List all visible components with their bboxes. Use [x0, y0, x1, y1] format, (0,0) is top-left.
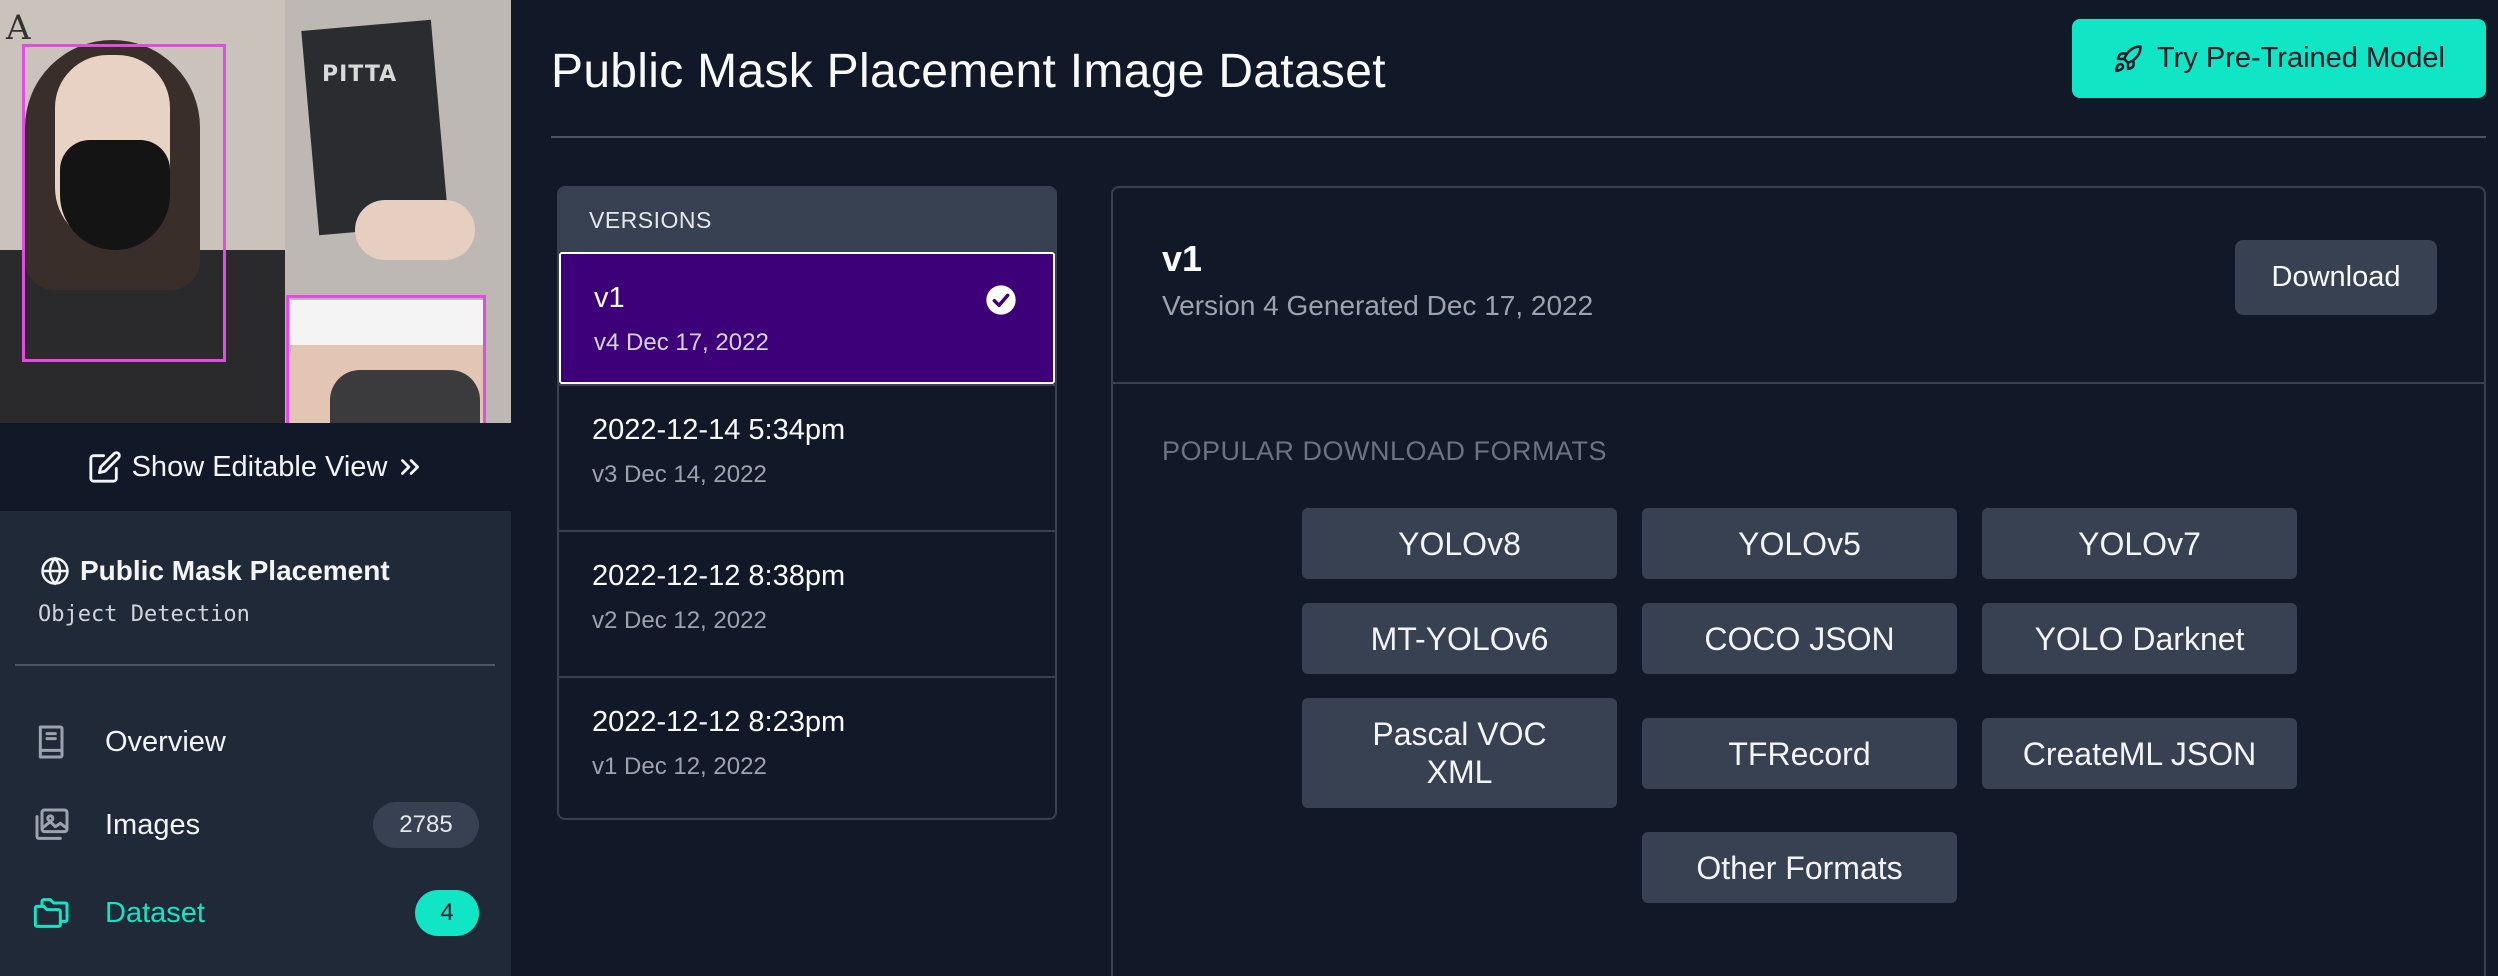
format-button-other-formats[interactable]: Other Formats: [1642, 832, 1957, 903]
thumbnail-corner-letter: A: [6, 8, 31, 48]
version-subtitle: v1 Dec 12, 2022: [592, 753, 767, 780]
thumbnail-package-text: PITTA: [322, 62, 398, 87]
rocket-icon: [2114, 44, 2142, 72]
dataset-count-badge: 4: [415, 890, 479, 936]
version-detail-name: v1: [1162, 238, 1203, 279]
book-icon: [38, 725, 64, 759]
version-name: 2022-12-12 8:38pm: [592, 560, 846, 592]
version-subtitle: v2 Dec 12, 2022: [592, 607, 767, 634]
project-name: Public Mask Placement: [40, 555, 390, 587]
sidebar-item-label: Overview: [105, 725, 226, 758]
version-detail-subtitle: Version 4 Generated Dec 17, 2022: [1162, 290, 1594, 321]
show-editable-view-button[interactable]: Show Editable View: [0, 423, 511, 511]
format-button-yolo-darknet[interactable]: YOLO Darknet: [1982, 603, 2297, 674]
version-item[interactable]: 2022-12-14 5:34pm v3 Dec 14, 2022: [559, 384, 1055, 530]
format-button-coco-json[interactable]: COCO JSON: [1642, 603, 1957, 674]
page-title: Public Mask Placement Image Dataset: [551, 45, 1386, 98]
bounding-box: [286, 295, 486, 423]
chevrons-right-icon: [401, 459, 420, 475]
version-item[interactable]: 2022-12-12 8:38pm v2 Dec 12, 2022: [559, 530, 1055, 676]
format-button-mt-yolov6[interactable]: MT-YOLOv6: [1302, 603, 1617, 674]
try-pretrained-model-label: Try Pre-Trained Model: [2157, 42, 2445, 74]
version-subtitle: v4 Dec 17, 2022: [594, 329, 769, 356]
detail-divider: [1113, 382, 2484, 384]
version-detail-panel: v1 Version 4 Generated Dec 17, 2022 Down…: [1111, 186, 2486, 976]
globe-icon: [41, 556, 69, 586]
title-divider: [551, 136, 2486, 138]
project-type: Object Detection: [38, 602, 250, 627]
sidebar-divider: [15, 664, 495, 666]
bounding-box: [22, 44, 226, 362]
version-subtitle: v3 Dec 14, 2022: [592, 461, 767, 488]
sidebar-item-label: Images: [105, 808, 201, 841]
thumbnail-hand: [355, 200, 475, 260]
images-icon: [35, 808, 69, 840]
version-item-selected[interactable]: v1 v4 Dec 17, 2022: [559, 252, 1055, 384]
format-button-yolov7[interactable]: YOLOv7: [1982, 508, 2297, 579]
dataset-thumbnail[interactable]: PITTA A: [0, 0, 511, 423]
check-circle-icon: [986, 285, 1016, 315]
version-name: 2022-12-12 8:23pm: [592, 706, 846, 738]
format-button-createml-json[interactable]: CreateML JSON: [1982, 718, 2297, 789]
sidebar-item-dataset[interactable]: Dataset 4: [0, 878, 511, 948]
sidebar-item-images[interactable]: Images 2785: [0, 790, 511, 860]
popular-formats-label: POPULAR DOWNLOAD FORMATS: [1162, 436, 1608, 466]
images-count-badge: 2785: [373, 802, 479, 848]
versions-list: VERSIONS v1 v4 Dec 17, 2022 2022-12-14 5…: [557, 186, 1057, 820]
sidebar: PITTA A Show Editable View Public Mask P…: [0, 0, 511, 976]
version-name: 2022-12-14 5:34pm: [592, 414, 846, 446]
project-name-label: Public Mask Placement: [80, 555, 390, 586]
version-item[interactable]: 2022-12-12 8:23pm v1 Dec 12, 2022: [559, 676, 1055, 818]
show-editable-view-label: Show Editable View: [131, 450, 388, 483]
try-pretrained-model-button[interactable]: Try Pre-Trained Model: [2072, 19, 2486, 98]
format-button-tfrecord[interactable]: TFRecord: [1642, 718, 1957, 789]
format-button-yolov8[interactable]: YOLOv8: [1302, 508, 1617, 579]
versions-header: VERSIONS: [559, 188, 1055, 252]
sidebar-item-label: Dataset: [105, 896, 205, 929]
sidebar-item-overview[interactable]: Overview: [0, 707, 511, 777]
folder-icon: [33, 898, 69, 928]
format-button-yolov5[interactable]: YOLOv5: [1642, 508, 1957, 579]
download-button[interactable]: Download: [2235, 240, 2437, 315]
edit-icon: [89, 451, 121, 483]
format-button-pascal-voc-xml[interactable]: Pascal VOC XML: [1302, 698, 1617, 808]
